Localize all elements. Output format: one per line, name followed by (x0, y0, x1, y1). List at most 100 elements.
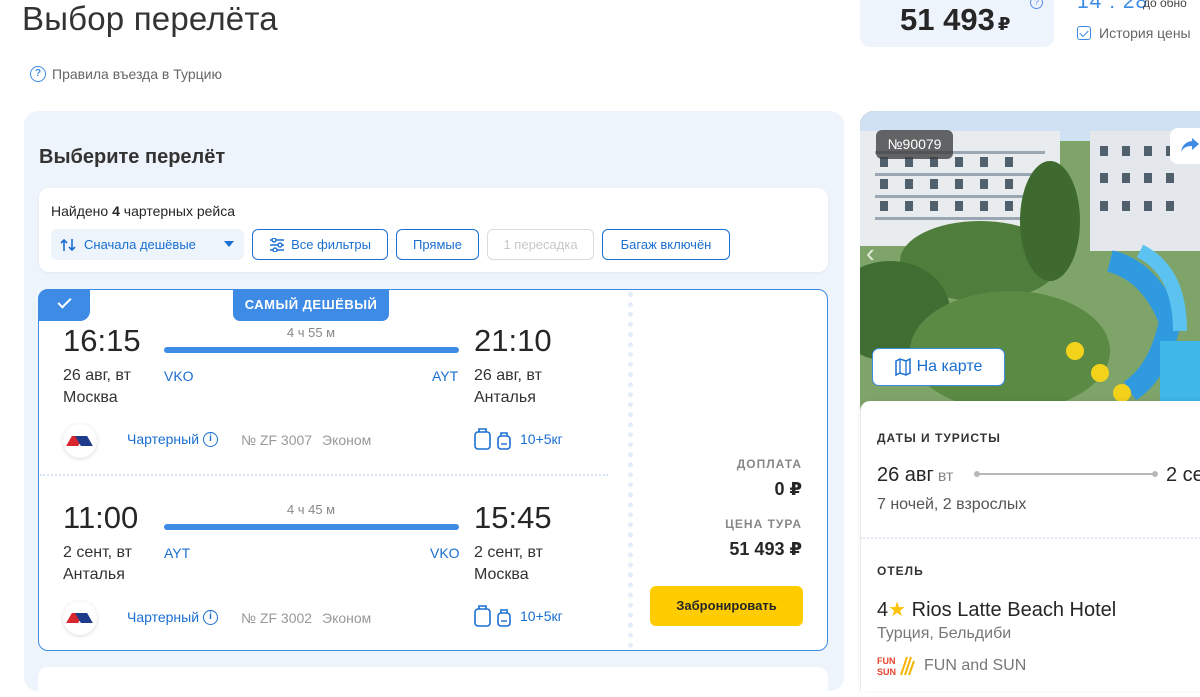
info-icon: i (203, 431, 219, 447)
return-baggage-label: 10+5кг (520, 608, 563, 624)
outbound-cabin-class: Эконом (322, 432, 372, 448)
timer-note: до обно (1143, 0, 1187, 10)
book-button[interactable]: Забронировать (650, 586, 803, 626)
outbound-departure-city: Москва (63, 389, 118, 406)
outbound-duration: 4 ч 55 м (286, 325, 336, 340)
charter-label: Чартерный (127, 431, 200, 447)
all-filters-button[interactable]: Все фильтры (252, 229, 388, 260)
outbound-baggage-label: 10+5кг (520, 431, 563, 447)
outbound-arrival-code: AYT (432, 368, 459, 384)
sort-select[interactable]: Сначала дешёвые (51, 229, 244, 260)
price-timer: 14 : 28 (1077, 0, 1149, 13)
return-flight-number: № ZF 3002 (241, 610, 313, 626)
header-price-value: 51 493 (900, 2, 995, 37)
return-departure-time: 11:00 (63, 500, 139, 535)
date-from: 26 авг вт (877, 464, 953, 487)
next-flight-card[interactable] (38, 667, 828, 697)
leg-divider (40, 474, 608, 476)
found-prefix: Найдено (51, 203, 113, 219)
entry-rules-label: Правила въезда в Турцию (52, 66, 222, 82)
return-charter-info[interactable]: Чартерный i (127, 609, 219, 625)
map-button-label: На карте (916, 358, 983, 375)
hotel-section-label: ОТЕЛЬ (877, 564, 924, 578)
header-price: 51 493 ₽ (900, 2, 1010, 38)
operator-logo: FUN SUN (877, 655, 915, 677)
hotel-number-badge: №90079 (876, 130, 953, 159)
return-cabin-class: Эконом (322, 610, 372, 626)
return-arrival-city: Москва (474, 566, 529, 583)
return-baggage: 10+5кг (474, 605, 563, 627)
chevron-down-icon (224, 241, 234, 247)
surcharge-value: 0 ₽ (774, 479, 802, 499)
return-arrival-time: 15:45 (474, 500, 552, 535)
found-suffix: чартерных рейса (119, 203, 236, 219)
question-circle-icon: ? (30, 66, 46, 82)
hotel-name[interactable]: 4★ Rios Latte Beach Hotel (877, 597, 1116, 622)
nights-guests: 7 ночей, 2 взрослых (877, 496, 1027, 513)
airline-logo (63, 601, 97, 635)
return-departure-code: AYT (164, 545, 191, 561)
hotel-location: Турция, Бельдиби (877, 625, 1012, 642)
sort-icon (60, 238, 76, 251)
sort-label: Сначала дешёвые (84, 237, 196, 252)
outbound-departure-date: 26 авг, вт (63, 367, 131, 384)
hotel-name-label: Rios Latte Beach Hotel (911, 599, 1117, 621)
return-route-bar (164, 524, 459, 530)
found-count: 4 (112, 203, 120, 219)
outbound-arrival-date: 26 авг, вт (474, 367, 542, 384)
baggage-filter-label: Багаж включён (620, 237, 712, 252)
date-from-value: 26 авг (877, 464, 934, 486)
currency-sign: ₽ (997, 14, 1011, 34)
one-stop-filter-label: 1 пересадка (503, 237, 578, 252)
price-history-label: История цены (1099, 25, 1191, 41)
baggage-filter-chip[interactable]: Багаж включён (602, 229, 730, 260)
luggage-icon (474, 605, 511, 627)
outbound-route-bar (164, 347, 459, 353)
return-arrival-date: 2 сент, вт (474, 544, 543, 561)
charter-label: Чартерный (127, 609, 200, 625)
surcharge-label: ДОПЛАТА (736, 457, 802, 471)
outbound-departure-time: 16:15 (63, 323, 141, 358)
fun-sun-logo: FUNSUN (877, 656, 915, 677)
map-button[interactable]: На карте (872, 348, 1005, 386)
price-history-link[interactable]: История цены (1077, 25, 1191, 41)
direct-filter-chip[interactable]: Прямые (396, 229, 479, 260)
share-button[interactable] (1170, 128, 1200, 164)
found-count-text: Найдено 4 чартерных рейса (51, 203, 235, 219)
map-icon (894, 358, 911, 376)
hotel-stars: 4 (877, 599, 889, 621)
tour-price-label: ЦЕНА ТУРА (725, 517, 802, 531)
return-duration: 4 ч 45 м (286, 502, 336, 517)
one-stop-filter-chip: 1 пересадка (487, 229, 594, 260)
luggage-icon (474, 428, 511, 450)
operator-name: FUN and SUN (924, 657, 1027, 674)
filter-icon (270, 237, 285, 252)
outbound-flight-number: № ZF 3007 (241, 432, 313, 448)
date-to: 2 се (1166, 464, 1200, 486)
star-icon: ★ (888, 599, 907, 621)
return-departure-date: 2 сент, вт (63, 544, 132, 561)
dates-tourists-label: ДАТЫ И ТУРИСТЫ (877, 431, 1001, 445)
selected-check-icon (38, 289, 90, 321)
outbound-departure-code: VKO (164, 368, 194, 384)
page-title: Выбор перелёта (22, 0, 278, 37)
return-arrival-code: VKO (430, 545, 460, 561)
section-title: Выберите перелёт (39, 146, 226, 168)
svg-text:SUN: SUN (877, 667, 896, 677)
outbound-charter-info[interactable]: Чартерный i (127, 431, 219, 447)
outbound-baggage: 10+5кг (474, 428, 563, 450)
date-from-weekday: вт (937, 468, 954, 485)
entry-rules-link[interactable]: ? Правила въезда в Турцию (30, 66, 222, 82)
direct-filter-label: Прямые (413, 237, 462, 252)
tour-price-value: 51 493 ₽ (729, 539, 802, 559)
chart-icon (1077, 26, 1091, 40)
card-separator (628, 292, 633, 648)
airline-logo (63, 424, 97, 458)
date-range-line (974, 471, 1158, 477)
outbound-arrival-time: 21:10 (474, 323, 552, 358)
svg-text:FUN: FUN (877, 656, 896, 666)
cheapest-badge: САМЫЙ ДЕШЁВЫЙ (233, 289, 389, 321)
return-departure-city: Анталья (63, 566, 125, 583)
share-icon (1181, 138, 1199, 152)
chevron-left-icon[interactable]: ‹ (866, 238, 875, 269)
